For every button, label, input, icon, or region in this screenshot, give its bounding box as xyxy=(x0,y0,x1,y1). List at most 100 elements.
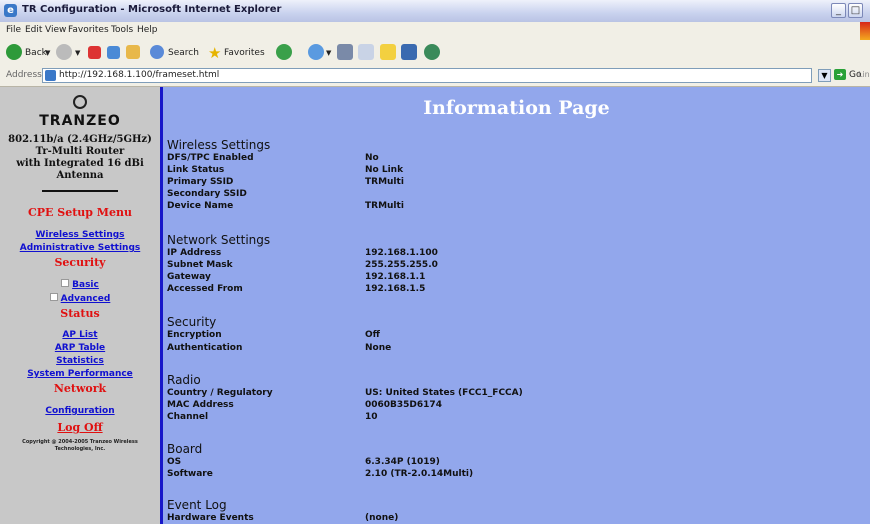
subnet-mask-label: Subnet Mask xyxy=(167,260,233,270)
toolbar: Back ▼ ▼ Search ★ Favorites ▼ xyxy=(0,40,870,67)
product-line-1: 802.11b/a (2.4GHz/5GHz) xyxy=(8,134,152,145)
menu-favorites[interactable]: Favorites xyxy=(68,25,109,35)
ie-icon: e xyxy=(4,4,17,17)
address-dropdown-icon[interactable]: ▼ xyxy=(818,69,831,82)
tranzeo-logo: TRANZEO xyxy=(35,95,125,133)
maximize-button[interactable]: □ xyxy=(848,3,863,18)
messenger-icon[interactable] xyxy=(401,44,417,60)
logo-symbol-icon xyxy=(73,95,87,109)
stop-icon[interactable] xyxy=(88,46,101,59)
hardware-events-label: Hardware Events xyxy=(167,513,254,523)
authentication-label: Authentication xyxy=(167,343,243,353)
product-line-2: Tr-Multi Router xyxy=(35,146,125,157)
radio-heading: Radio xyxy=(167,373,201,387)
address-input[interactable]: http://192.168.1.100/frameset.html xyxy=(42,68,812,83)
device-name-label: Device Name xyxy=(167,201,234,211)
encryption-label: Encryption xyxy=(167,330,222,340)
forward-arrow-icon[interactable] xyxy=(56,44,72,60)
copyright-line-1: Copyright @ 2004-2005 Tranzeo Wireless xyxy=(22,439,138,445)
device-name-value: TRMulti xyxy=(365,201,404,211)
favorites-button[interactable]: Favorites xyxy=(224,44,265,62)
minimize-button[interactable]: _ xyxy=(831,3,846,18)
address-url[interactable]: http://192.168.1.100/frameset.html xyxy=(59,70,219,80)
menu-bar: File Edit View Favorites Tools Help xyxy=(0,22,870,41)
country-label: Country / Regulatory xyxy=(167,388,273,398)
window-title: TR Configuration - Microsoft Internet Ex… xyxy=(22,4,282,15)
menu-file[interactable]: File xyxy=(6,25,21,35)
advanced-link[interactable]: Advanced xyxy=(61,294,111,304)
refresh-icon[interactable] xyxy=(107,46,120,59)
product-description: 802.11b/a (2.4GHz/5GHz) Tr-Multi Router … xyxy=(0,134,160,182)
research-icon[interactable] xyxy=(424,44,440,60)
links-button[interactable]: Links xyxy=(858,70,870,79)
copyright-line-2: Technologies, Inc. xyxy=(54,446,106,452)
advanced-bullet-icon xyxy=(49,292,58,301)
page-title: Information Page xyxy=(423,97,610,119)
discuss-icon[interactable] xyxy=(380,44,396,60)
search-icon[interactable] xyxy=(150,45,164,59)
edit-icon[interactable] xyxy=(358,44,374,60)
back-dropdown-icon[interactable]: ▼ xyxy=(45,44,50,62)
gateway-label: Gateway xyxy=(167,272,211,282)
media-icon[interactable] xyxy=(276,44,292,60)
dfs-tpc-value: No xyxy=(365,153,379,163)
favorites-star-icon[interactable]: ★ xyxy=(208,44,221,62)
security-section-heading: Security xyxy=(167,315,217,329)
wireless-settings-heading: Wireless Settings xyxy=(167,138,271,152)
log-off-link[interactable]: Log Off xyxy=(57,421,102,434)
security-heading: Security xyxy=(54,256,106,269)
mail-dropdown-icon[interactable]: ▼ xyxy=(326,44,331,62)
os-label: OS xyxy=(167,457,182,467)
menu-help[interactable]: Help xyxy=(137,25,158,35)
configuration-link[interactable]: Configuration xyxy=(45,406,114,416)
ip-address-value: 192.168.1.100 xyxy=(365,248,438,258)
primary-ssid-label: Primary SSID xyxy=(167,177,234,187)
board-heading: Board xyxy=(167,442,203,456)
history-icon[interactable] xyxy=(308,44,324,60)
system-performance-link[interactable]: System Performance xyxy=(27,369,133,379)
main-panel: Information Page Wireless Settings DFS/T… xyxy=(163,87,870,524)
link-status-value: No Link xyxy=(365,165,404,175)
ip-address-label: IP Address xyxy=(167,248,222,258)
menu-view[interactable]: View xyxy=(45,25,66,35)
copyright: Copyright @ 2004-2005 Tranzeo Wireless T… xyxy=(0,439,160,453)
hardware-events-value: (none) xyxy=(365,513,399,523)
title-bar: e TR Configuration - Microsoft Internet … xyxy=(0,0,870,23)
channel-value: 10 xyxy=(365,412,378,422)
back-button[interactable]: Back xyxy=(25,44,47,62)
product-line-4: Antenna xyxy=(56,170,104,181)
product-line-3: with Integrated 16 dBi xyxy=(16,158,144,169)
search-button[interactable]: Search xyxy=(168,44,199,62)
network-settings-heading: Network Settings xyxy=(167,233,271,247)
mac-address-label: MAC Address xyxy=(167,400,234,410)
sidebar-divider xyxy=(42,190,118,192)
forward-dropdown-icon[interactable]: ▼ xyxy=(75,44,80,62)
channel-label: Channel xyxy=(167,412,209,422)
go-arrow-icon: ➜ xyxy=(834,69,846,80)
dfs-tpc-label: DFS/TPC Enabled xyxy=(167,153,254,163)
logo-text: TRANZEO xyxy=(39,113,121,129)
sidebar: TRANZEO 802.11b/a (2.4GHz/5GHz) Tr-Multi… xyxy=(0,87,163,524)
country-value: US: United States (FCC1_FCCA) xyxy=(365,388,523,398)
administrative-settings-link[interactable]: Administrative Settings xyxy=(20,243,141,253)
page-content: TRANZEO 802.11b/a (2.4GHz/5GHz) Tr-Multi… xyxy=(0,87,870,524)
software-value: 2.10 (TR-2.0.14Multi) xyxy=(365,469,474,479)
home-icon[interactable] xyxy=(126,45,140,59)
software-label: Software xyxy=(167,469,213,479)
subnet-mask-value: 255.255.255.0 xyxy=(365,260,438,270)
accessed-from-value: 192.168.1.5 xyxy=(365,284,426,294)
address-bar: Address http://192.168.1.100/frameset.ht… xyxy=(0,66,870,87)
print-icon[interactable] xyxy=(337,44,353,60)
menu-tools[interactable]: Tools xyxy=(111,25,133,35)
address-label: Address xyxy=(6,70,42,80)
link-status-label: Link Status xyxy=(167,165,225,175)
page-icon xyxy=(45,70,56,81)
menu-edit[interactable]: Edit xyxy=(25,25,42,35)
authentication-value: None xyxy=(365,343,392,353)
primary-ssid-value: TRMulti xyxy=(365,177,404,187)
back-arrow-icon[interactable] xyxy=(6,44,22,60)
network-heading: Network xyxy=(53,382,107,395)
accessed-from-label: Accessed From xyxy=(167,284,243,294)
encryption-value: Off xyxy=(365,330,380,340)
event-log-heading: Event Log xyxy=(167,498,227,512)
